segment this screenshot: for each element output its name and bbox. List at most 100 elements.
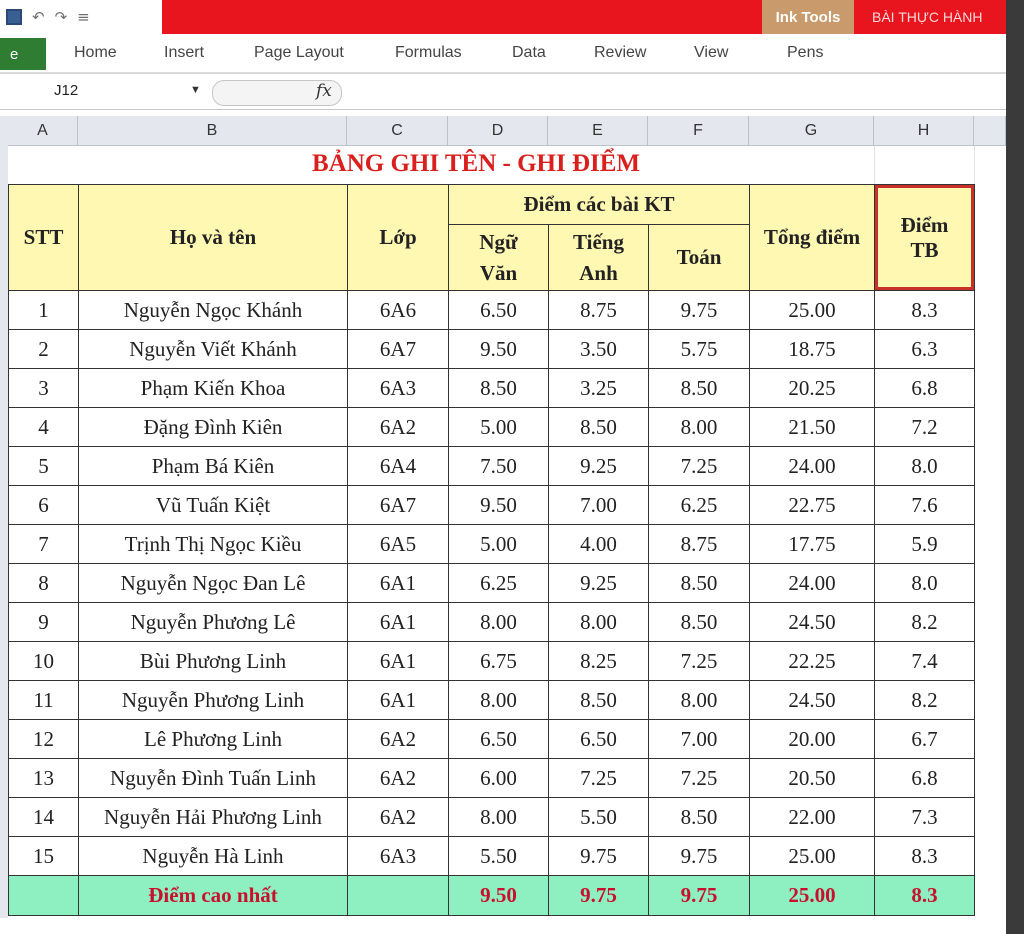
cell-math[interactable]: 8.50: [648, 602, 750, 642]
cell-average[interactable]: 7.3: [874, 797, 975, 837]
cell-average[interactable]: 6.8: [874, 758, 975, 798]
column-header-f[interactable]: F: [648, 116, 749, 146]
cell-math[interactable]: 8.50: [648, 797, 750, 837]
max-row-total[interactable]: 25.00: [749, 875, 875, 916]
cell-total[interactable]: 20.25: [749, 368, 875, 408]
cell-name[interactable]: Phạm Bá Kiên: [78, 446, 348, 486]
tab-home[interactable]: Home: [74, 44, 117, 62]
cell-class[interactable]: 6A5: [347, 524, 449, 564]
cell-stt[interactable]: 4: [8, 407, 79, 447]
cell-average[interactable]: 8.2: [874, 680, 975, 720]
tab-file[interactable]: e: [0, 38, 46, 70]
cell-stt[interactable]: 3: [8, 368, 79, 408]
cell-average[interactable]: 7.4: [874, 641, 975, 681]
cell-total[interactable]: 22.75: [749, 485, 875, 525]
tab-review[interactable]: Review: [594, 44, 646, 62]
header-scores-group[interactable]: Điểm các bài KT: [448, 184, 750, 225]
name-box-dropdown-icon[interactable]: ▼: [190, 84, 201, 96]
cell-stt[interactable]: 1: [8, 290, 79, 330]
tab-insert[interactable]: Insert: [164, 44, 204, 62]
cell-average[interactable]: 8.3: [874, 836, 975, 876]
cell-math[interactable]: 8.75: [648, 524, 750, 564]
cell-total[interactable]: 18.75: [749, 329, 875, 369]
cell-name[interactable]: Nguyễn Phương Lê: [78, 602, 348, 642]
cell-stt[interactable]: 12: [8, 719, 79, 759]
cell-total[interactable]: 24.50: [749, 602, 875, 642]
cell-english[interactable]: 7.00: [548, 485, 649, 525]
cell-name[interactable]: Nguyễn Hải Phương Linh: [78, 797, 348, 837]
max-row-math[interactable]: 9.75: [648, 875, 750, 916]
cell-math[interactable]: 7.00: [648, 719, 750, 759]
column-header-h[interactable]: H: [874, 116, 974, 146]
cell-total[interactable]: 24.50: [749, 680, 875, 720]
header-literature[interactable]: Ngữ Văn: [448, 224, 549, 291]
cell-total[interactable]: 21.50: [749, 407, 875, 447]
column-header-c[interactable]: C: [347, 116, 448, 146]
cell-stt[interactable]: 14: [8, 797, 79, 837]
cell-math[interactable]: 9.75: [648, 290, 750, 330]
cell-class[interactable]: 6A6: [347, 290, 449, 330]
cell-name[interactable]: Vũ Tuấn Kiệt: [78, 485, 348, 525]
tab-page-layout[interactable]: Page Layout: [254, 44, 344, 62]
cell-math[interactable]: 7.25: [648, 641, 750, 681]
cell-english[interactable]: 3.25: [548, 368, 649, 408]
column-header-g[interactable]: G: [749, 116, 874, 146]
cell-literature[interactable]: 8.00: [448, 602, 549, 642]
cell-class[interactable]: 6A1: [347, 563, 449, 603]
cell-math[interactable]: 6.25: [648, 485, 750, 525]
cell-class[interactable]: 6A7: [347, 485, 449, 525]
header-average[interactable]: Điểm TB: [874, 184, 975, 291]
cell-average[interactable]: 8.0: [874, 446, 975, 486]
cell-literature[interactable]: 6.25: [448, 563, 549, 603]
cell-literature[interactable]: 6.50: [448, 290, 549, 330]
cell-average[interactable]: 6.8: [874, 368, 975, 408]
cell-stt[interactable]: 5: [8, 446, 79, 486]
cell-english[interactable]: 7.25: [548, 758, 649, 798]
cell-total[interactable]: 25.00: [749, 836, 875, 876]
cell-english[interactable]: 8.00: [548, 602, 649, 642]
header-stt[interactable]: STT: [8, 184, 79, 291]
header-math[interactable]: Toán: [648, 224, 750, 291]
cell-stt[interactable]: 15: [8, 836, 79, 876]
cell-math[interactable]: 7.25: [648, 446, 750, 486]
cell-math[interactable]: 5.75: [648, 329, 750, 369]
cell-stt[interactable]: 13: [8, 758, 79, 798]
cell-total[interactable]: 20.00: [749, 719, 875, 759]
cell-literature[interactable]: 6.50: [448, 719, 549, 759]
cell-class[interactable]: 6A2: [347, 407, 449, 447]
column-header-a[interactable]: A: [8, 116, 78, 146]
cell-math[interactable]: 8.00: [648, 680, 750, 720]
cell-total[interactable]: 20.50: [749, 758, 875, 798]
cell-total[interactable]: 17.75: [749, 524, 875, 564]
cell-literature[interactable]: 9.50: [448, 485, 549, 525]
cell-average[interactable]: 8.2: [874, 602, 975, 642]
cell-literature[interactable]: 6.00: [448, 758, 549, 798]
cell-english[interactable]: 5.50: [548, 797, 649, 837]
cell-name[interactable]: Bùi Phương Linh: [78, 641, 348, 681]
cell-class[interactable]: 6A4: [347, 446, 449, 486]
cell-stt[interactable]: 8: [8, 563, 79, 603]
cell-literature[interactable]: 8.00: [448, 680, 549, 720]
cell-total[interactable]: 22.25: [749, 641, 875, 681]
cell-math[interactable]: 8.50: [648, 563, 750, 603]
cell-literature[interactable]: 7.50: [448, 446, 549, 486]
max-row-label[interactable]: Điểm cao nhất: [78, 875, 348, 916]
cell-literature[interactable]: 9.50: [448, 329, 549, 369]
cell-class[interactable]: 6A3: [347, 836, 449, 876]
cell-english[interactable]: 8.50: [548, 407, 649, 447]
cell-class[interactable]: 6A1: [347, 680, 449, 720]
undo-icon[interactable]: ↶: [32, 8, 45, 26]
cell-literature[interactable]: 5.00: [448, 407, 549, 447]
tab-view[interactable]: View: [694, 44, 728, 62]
cell-math[interactable]: 8.50: [648, 368, 750, 408]
cell-stt[interactable]: 11: [8, 680, 79, 720]
cell-literature[interactable]: 8.00: [448, 797, 549, 837]
cell-name[interactable]: Trịnh Thị Ngọc Kiều: [78, 524, 348, 564]
cell-math[interactable]: 8.00: [648, 407, 750, 447]
cell-name[interactable]: Nguyễn Phương Linh: [78, 680, 348, 720]
cell-english[interactable]: 4.00: [548, 524, 649, 564]
header-total[interactable]: Tổng điểm: [749, 184, 875, 291]
cell-name[interactable]: Phạm Kiến Khoa: [78, 368, 348, 408]
cell-name[interactable]: Nguyễn Viết Khánh: [78, 329, 348, 369]
max-row-average[interactable]: 8.3: [874, 875, 975, 916]
